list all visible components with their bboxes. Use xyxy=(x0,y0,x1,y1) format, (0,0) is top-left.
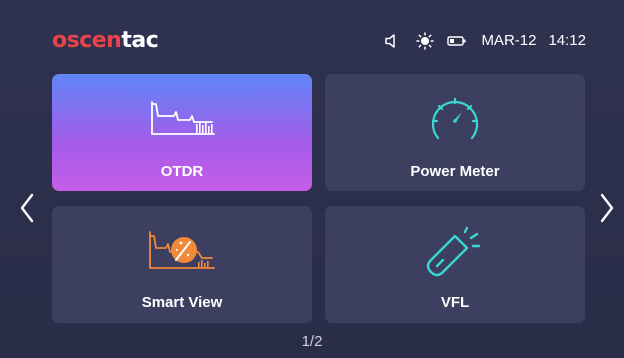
brightness-icon[interactable] xyxy=(415,31,435,50)
main-screen: oscentac MAR-12 14:12 OTDR Power Meter S… xyxy=(0,0,624,358)
previous-page-arrow-icon[interactable] xyxy=(14,190,40,226)
tile-smart-view[interactable]: Smart View xyxy=(52,206,312,323)
tile-label: OTDR xyxy=(160,163,204,180)
speaker-icon[interactable] xyxy=(383,33,403,49)
tile-power-meter[interactable]: Power Meter xyxy=(325,74,585,191)
tile-label: Smart View xyxy=(141,294,223,311)
smart-view-icon xyxy=(146,228,218,279)
page-indicator: 1/2 xyxy=(301,333,323,350)
status-bar: MAR-12 14:12 xyxy=(383,31,586,50)
tile-vfl[interactable]: VFL xyxy=(325,206,585,323)
gauge-icon xyxy=(428,94,482,149)
next-page-arrow-icon[interactable] xyxy=(594,190,620,226)
status-time: 14:12 xyxy=(548,32,586,49)
brand-logo: oscentac xyxy=(52,28,159,53)
otdr-trace-icon xyxy=(146,98,218,143)
battery-icon xyxy=(447,33,467,49)
flashlight-icon xyxy=(425,224,485,285)
status-date: MAR-12 xyxy=(481,32,537,49)
tile-label: VFL xyxy=(440,294,470,311)
tile-label: Power Meter xyxy=(410,163,500,180)
tile-otdr[interactable]: OTDR xyxy=(52,74,312,191)
